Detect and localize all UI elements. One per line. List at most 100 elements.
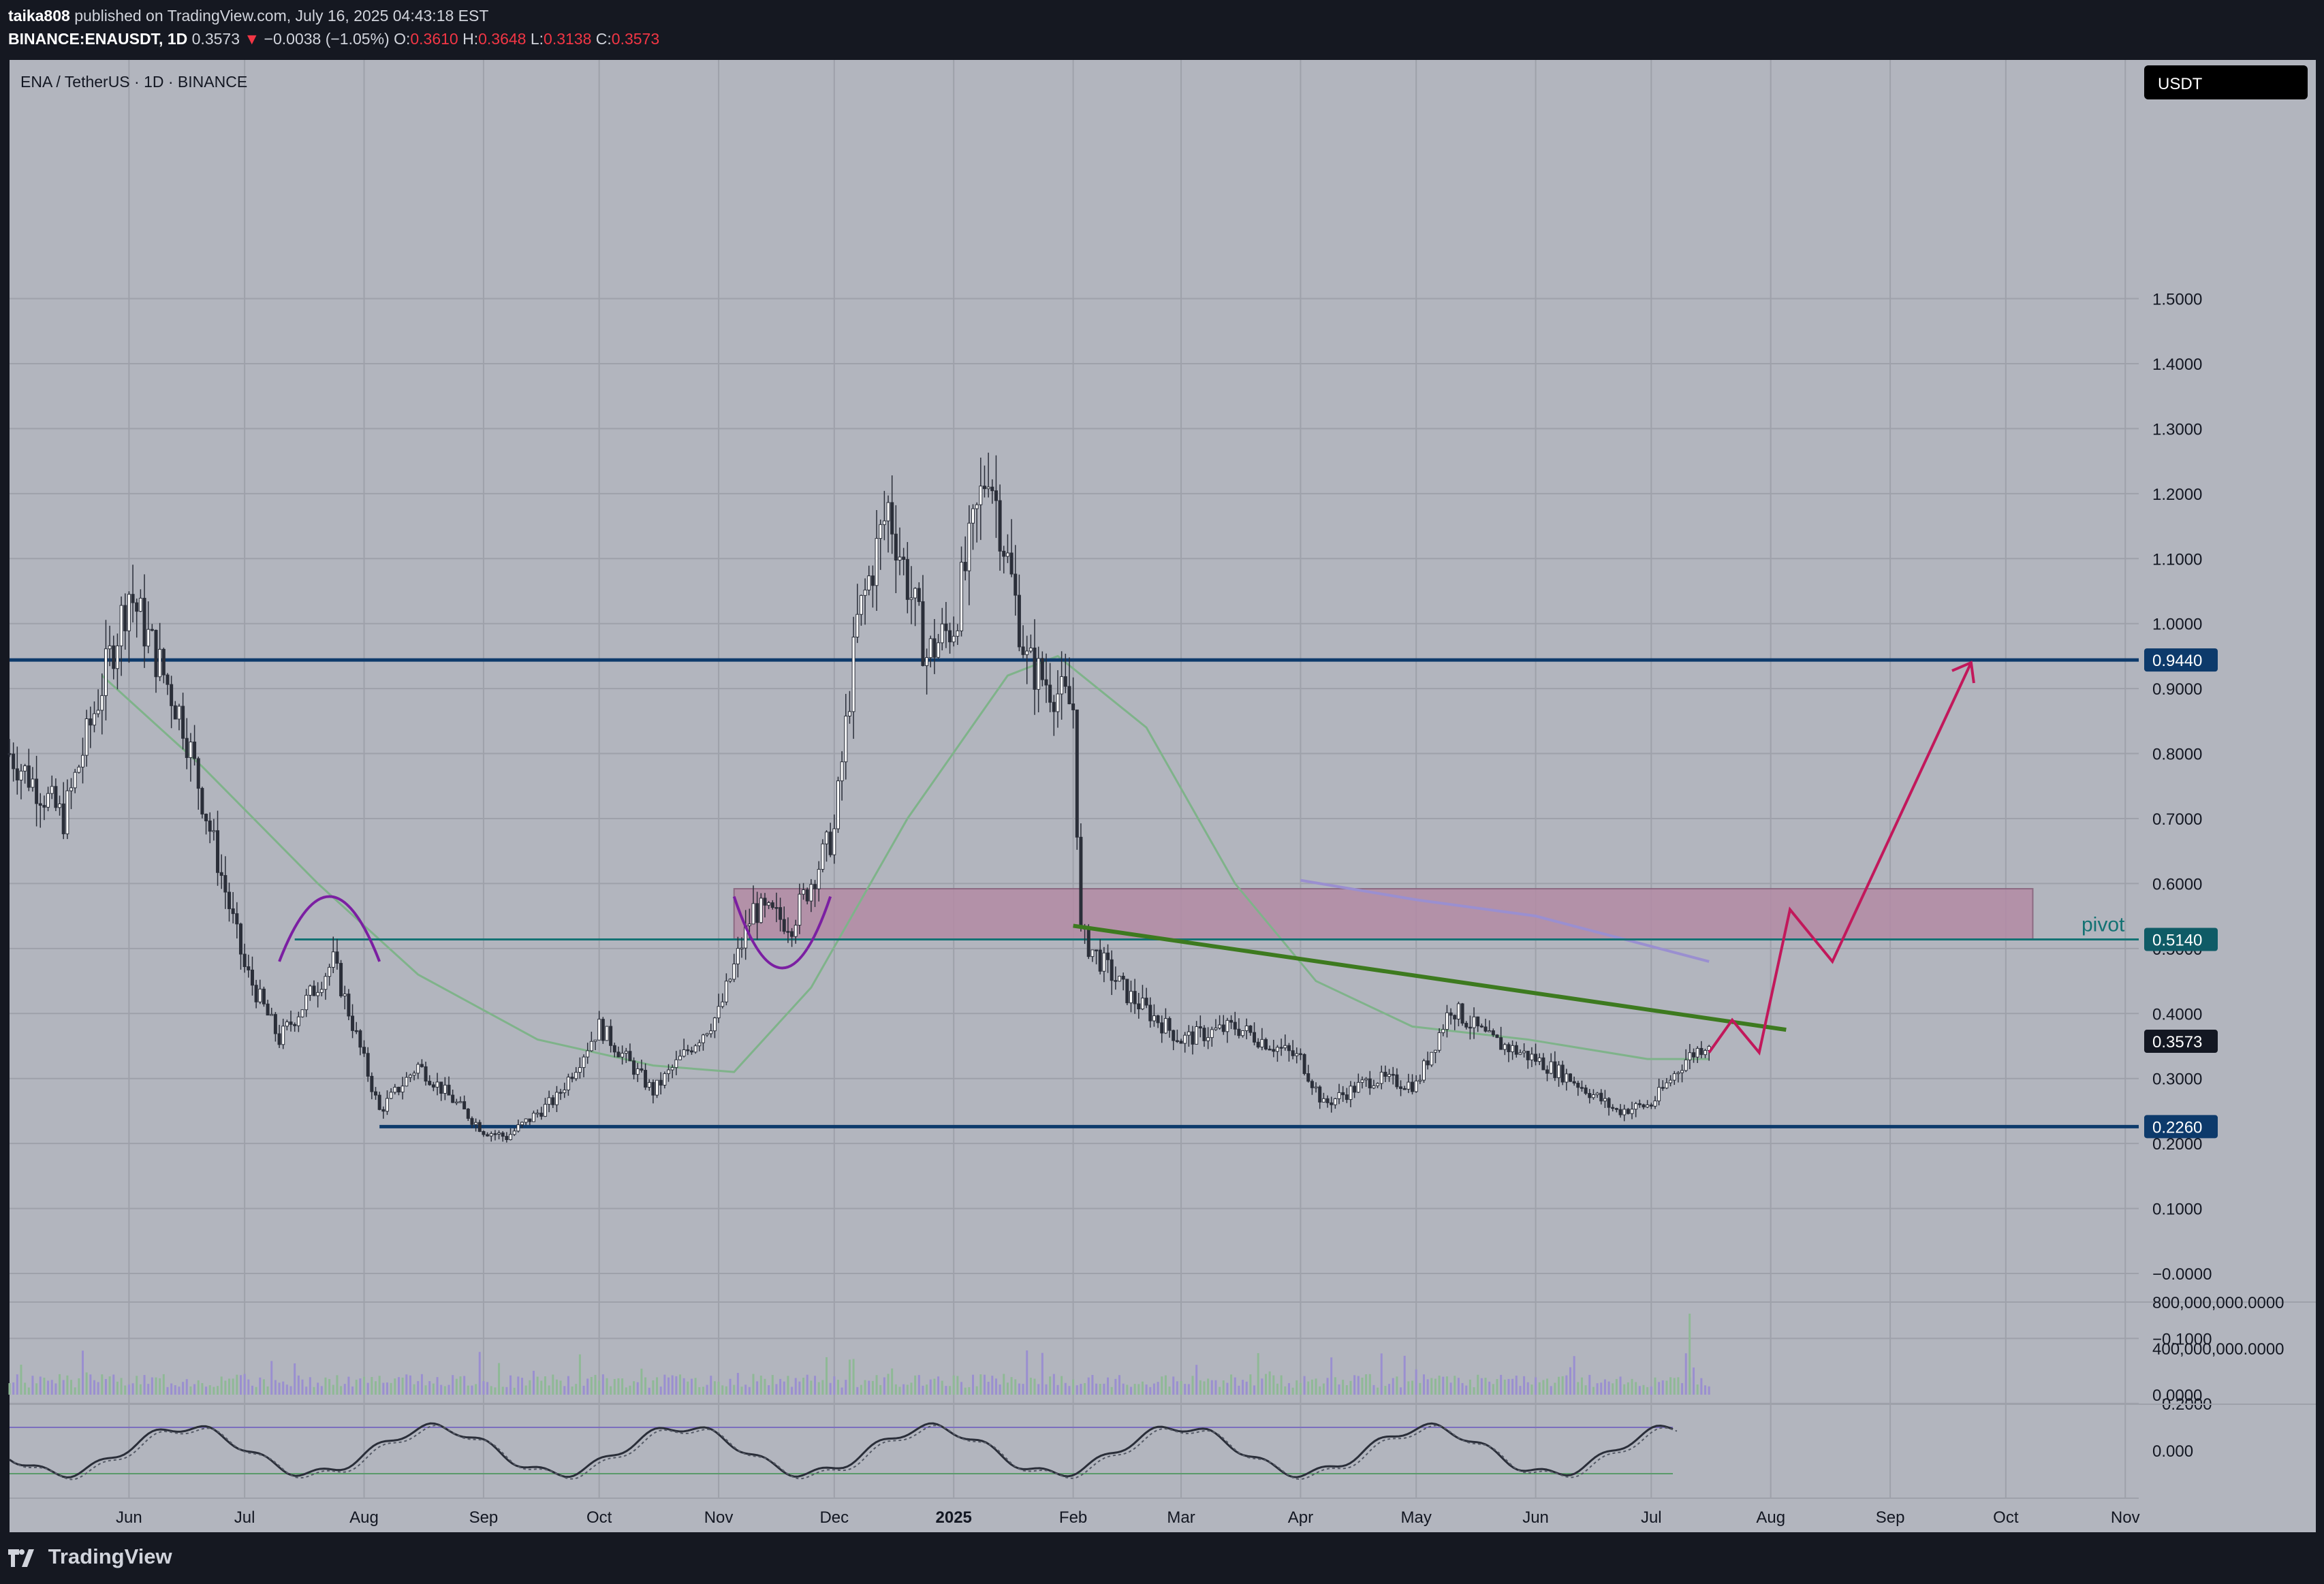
volume-bar: [640, 1368, 643, 1395]
candle-body: [223, 875, 227, 893]
volume-bar: [343, 1384, 346, 1395]
volume-bar: [382, 1382, 385, 1395]
candle-body: [493, 1133, 497, 1135]
candle-body: [909, 597, 913, 600]
volume-bar: [979, 1374, 982, 1395]
volume-bar: [1488, 1381, 1491, 1395]
candle-body: [1572, 1081, 1576, 1084]
volume-bar: [355, 1380, 358, 1395]
volume-bar: [710, 1376, 712, 1395]
volume-bar: [509, 1375, 512, 1395]
candle-body: [628, 1051, 632, 1062]
volume-bar: [390, 1382, 392, 1395]
volume-bar: [829, 1382, 832, 1395]
candle-body: [632, 1060, 636, 1075]
candle-body: [794, 925, 798, 937]
volume-bar: [775, 1384, 778, 1395]
candle-body: [351, 1015, 355, 1031]
volume-bar: [1642, 1384, 1645, 1395]
candle-body: [712, 1017, 717, 1032]
candle-body: [1649, 1104, 1653, 1107]
volume-bar: [1268, 1371, 1271, 1395]
candle-body: [1268, 1048, 1272, 1051]
volume-bar: [189, 1386, 192, 1395]
volume-bar: [136, 1376, 138, 1395]
candle-body: [1175, 1040, 1179, 1043]
volume-bar: [1095, 1383, 1098, 1395]
candle-body: [1071, 703, 1075, 710]
volume-bar: [529, 1380, 531, 1395]
volume-bar: [1519, 1386, 1522, 1395]
candle-body: [81, 755, 85, 767]
volume-bar: [289, 1386, 292, 1395]
candle-body: [1430, 1051, 1434, 1066]
volume-bar: [101, 1374, 104, 1395]
volume-bar: [802, 1378, 805, 1395]
price-chart[interactable]: pivot 1.5000 1.4000 1.3000 1.2000 1.1000 1.00…: [0, 0, 2324, 1584]
candle-body: [454, 1101, 458, 1104]
volume-bar: [1584, 1385, 1587, 1395]
candle-body: [1152, 1015, 1156, 1021]
candle-body: [728, 979, 732, 982]
candle-body: [7, 753, 12, 755]
candle-body: [1522, 1051, 1526, 1054]
volume-bar: [548, 1385, 550, 1395]
candle-body: [786, 931, 790, 933]
volume-bar: [1149, 1387, 1152, 1395]
volume-bar: [706, 1384, 708, 1395]
candle-body: [1140, 998, 1144, 1010]
candle-body: [547, 1097, 551, 1105]
candle-body: [1692, 1052, 1696, 1058]
volume-bar: [532, 1370, 535, 1395]
volume-bar: [1087, 1377, 1090, 1395]
candle-body: [1314, 1086, 1318, 1089]
volume-bar: [1261, 1378, 1263, 1395]
candle-body: [1260, 1039, 1264, 1047]
volume-bar: [490, 1386, 492, 1395]
volume-bar: [894, 1384, 897, 1395]
volume-bar: [1253, 1385, 1256, 1395]
volume-bar: [475, 1384, 477, 1395]
candle-body: [1187, 1031, 1191, 1036]
volume-bar: [856, 1387, 859, 1395]
volume-bar: [1403, 1355, 1406, 1395]
tradingview-logo[interactable]: TradingView: [8, 1545, 172, 1569]
volume-bar: [1523, 1376, 1526, 1395]
price-tick-label: 1.5000: [2152, 291, 2202, 309]
candle-body: [497, 1132, 501, 1135]
candle-body: [1549, 1061, 1553, 1074]
volume-bar: [174, 1385, 176, 1395]
volume-bar: [1526, 1382, 1529, 1395]
candle-body: [759, 898, 763, 923]
volume-bar: [1365, 1374, 1368, 1395]
candle-body: [370, 1075, 374, 1092]
volume-bar: [606, 1378, 608, 1395]
volume-bar: [12, 1382, 15, 1395]
candle-body: [1179, 1041, 1183, 1044]
tradingview-logo-icon: [8, 1549, 34, 1567]
currency-badge[interactable]: USDT: [2158, 75, 2203, 93]
candle-body: [647, 1081, 651, 1088]
volume-bar: [926, 1384, 928, 1395]
volume-bar: [1014, 1379, 1017, 1395]
volume-bar: [1492, 1384, 1494, 1395]
volume-bar: [197, 1380, 200, 1395]
price-tag-label: 0.2260: [2152, 1118, 2202, 1137]
volume-bar: [1627, 1382, 1629, 1395]
volume-bar: [806, 1374, 808, 1395]
volume-bar: [671, 1375, 674, 1395]
volume-bar: [494, 1387, 497, 1395]
candle-body: [551, 1097, 555, 1105]
volume-tick-label: 800,000,000.0000: [2152, 1294, 2284, 1312]
volume-bar: [698, 1387, 701, 1395]
volume-bar: [301, 1379, 304, 1395]
candle-body: [142, 597, 146, 647]
volume-bar: [1207, 1378, 1210, 1395]
volume-bar: [744, 1384, 747, 1395]
volume-bar: [320, 1386, 323, 1395]
volume-bar: [1569, 1367, 1571, 1395]
volume-bar: [236, 1374, 238, 1395]
volume-bar: [1342, 1380, 1345, 1395]
volume-bar: [478, 1352, 481, 1395]
candle-body: [940, 623, 944, 644]
